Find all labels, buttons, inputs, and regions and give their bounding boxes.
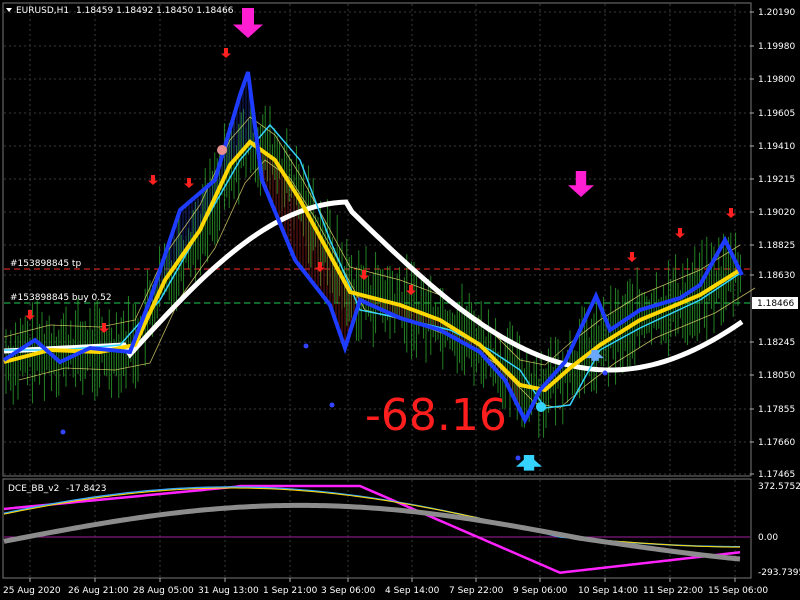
main-header: EURUSD,H1 1.18459 1.18492 1.18450 1.1846… <box>6 6 234 16</box>
current-price-tag: 1.18466 <box>752 297 798 309</box>
price-tick-label: 1.19800 <box>758 75 795 85</box>
time-tick-label: 28 Aug 05:00 <box>133 586 194 596</box>
current-price-label: 1.18466 <box>757 299 794 309</box>
sub-tick-label: 0.00 <box>758 533 778 543</box>
price-tick-label: 1.18245 <box>758 338 795 348</box>
time-tick-label: 26 Aug 21:00 <box>68 586 129 596</box>
price-chart[interactable]: #153898845 tp #153898845 buy 0.52 1.20190… <box>0 0 800 600</box>
sub-header: DCE_BB_v2 -17.8423 <box>8 484 106 494</box>
marker-dot <box>217 145 227 155</box>
time-tick-label: 15 Sep 06:00 <box>708 586 768 596</box>
time-tick-label: 31 Aug 13:00 <box>198 586 259 596</box>
time-tick-label: 10 Sep 14:00 <box>578 586 638 596</box>
time-tick-label: 3 Sep 06:00 <box>321 586 376 596</box>
order-label: #153898845 tp <box>10 259 81 269</box>
time-tick-label: 4 Sep 14:00 <box>385 586 440 596</box>
ohlc-values: 1.18459 1.18492 1.18450 1.18466 <box>76 6 234 16</box>
price-tick-label: 1.19410 <box>758 142 795 152</box>
time-tick-label: 25 Aug 2020 <box>3 586 61 596</box>
time-tick-label: 11 Sep 22:00 <box>643 586 703 596</box>
time-tick-label: 1 Sep 21:00 <box>263 586 318 596</box>
marker-dot <box>536 402 546 412</box>
symbol-timeframe: EURUSD,H1 <box>16 6 69 16</box>
price-tick-label: 1.18825 <box>758 241 795 251</box>
dot-marker <box>303 343 309 349</box>
price-tick-label: 1.18630 <box>758 271 795 281</box>
sub-tick-label: 372.5752 <box>758 482 800 492</box>
price-tick-label: 1.19020 <box>758 208 795 218</box>
dot-marker <box>602 370 608 376</box>
price-tick-label: 1.17465 <box>758 470 795 480</box>
sub-tick-label: -293.7395 <box>758 568 800 578</box>
indicator-name: DCE_BB_v2 <box>8 484 59 494</box>
order-label: #153898845 buy 0.52 <box>10 293 112 303</box>
dot-marker <box>515 455 521 461</box>
price-tick-label: 1.19215 <box>758 175 795 185</box>
indicator-value: -17.8423 <box>66 484 106 494</box>
time-tick-label: 7 Sep 22:00 <box>449 586 504 596</box>
price-tick-label: 1.17855 <box>758 405 795 415</box>
price-tick-label: 1.19605 <box>758 109 795 119</box>
time-tick-label: 9 Sep 06:00 <box>513 586 568 596</box>
price-tick-label: 1.19980 <box>758 42 795 52</box>
price-tick-label: 1.18050 <box>758 371 795 381</box>
price-tick-label: 1.17660 <box>758 438 795 448</box>
profit-loss-text: -68.16 <box>365 390 507 441</box>
dot-marker <box>329 402 335 408</box>
dot-marker <box>60 429 66 435</box>
price-tick-label: 1.20190 <box>758 8 795 18</box>
